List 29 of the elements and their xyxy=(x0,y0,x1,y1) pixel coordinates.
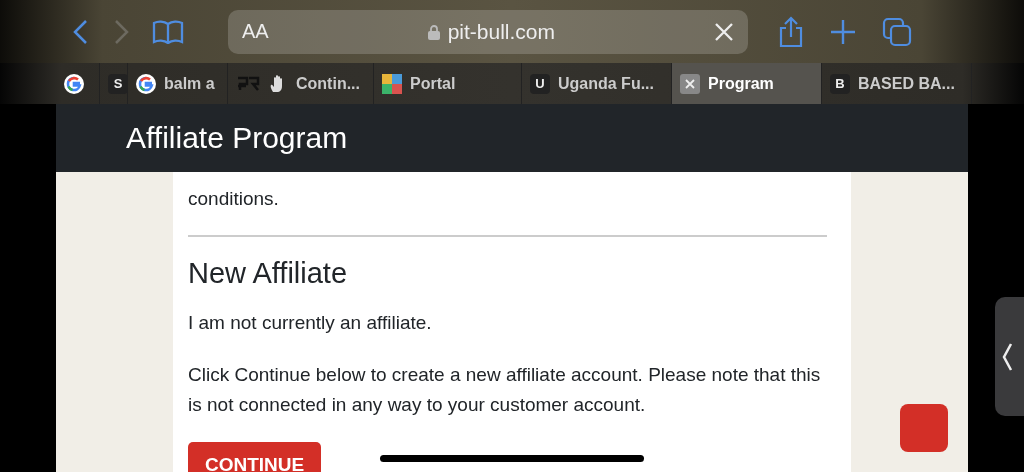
paragraph: I am not currently an affiliate. xyxy=(188,311,433,335)
back-icon[interactable] xyxy=(72,18,90,45)
page-title: Affiliate Program xyxy=(126,121,348,155)
favicon-letter: S xyxy=(108,73,127,94)
paragraph: Click Continue below to create a new affiliate account. Please note that this is not connected in any way to your customer account. xyxy=(188,363,822,417)
puzzle-icon xyxy=(382,73,402,94)
floating-button[interactable] xyxy=(900,404,948,452)
section-heading: New Affiliate xyxy=(188,257,349,290)
google-icon xyxy=(64,73,84,94)
continue-button[interactable]: CONTINUE xyxy=(188,442,322,472)
paragraph: conditions. xyxy=(188,187,280,211)
book-icon[interactable] xyxy=(152,19,184,44)
url-text: pit-bull.com xyxy=(447,19,556,44)
address-bar[interactable]: AA pit-bull.com xyxy=(228,9,748,54)
forward-icon[interactable] xyxy=(112,18,130,45)
tabs-icon[interactable] xyxy=(882,16,912,47)
browser-tab[interactable]: Program xyxy=(672,63,822,104)
google-icon xyxy=(136,73,156,94)
browser-tab[interactable]: S xyxy=(100,63,128,104)
chevron-icon xyxy=(1001,341,1013,372)
favicon-letter: B xyxy=(830,73,850,94)
favicon-letter: U xyxy=(530,73,550,94)
close-icon[interactable] xyxy=(714,21,734,42)
close-icon xyxy=(680,73,700,94)
lock-icon xyxy=(427,23,440,40)
side-handle[interactable] xyxy=(995,297,1024,416)
plus-icon[interactable] xyxy=(830,18,856,45)
text-size-button[interactable]: AA xyxy=(242,20,269,43)
share-icon[interactable] xyxy=(778,15,804,48)
